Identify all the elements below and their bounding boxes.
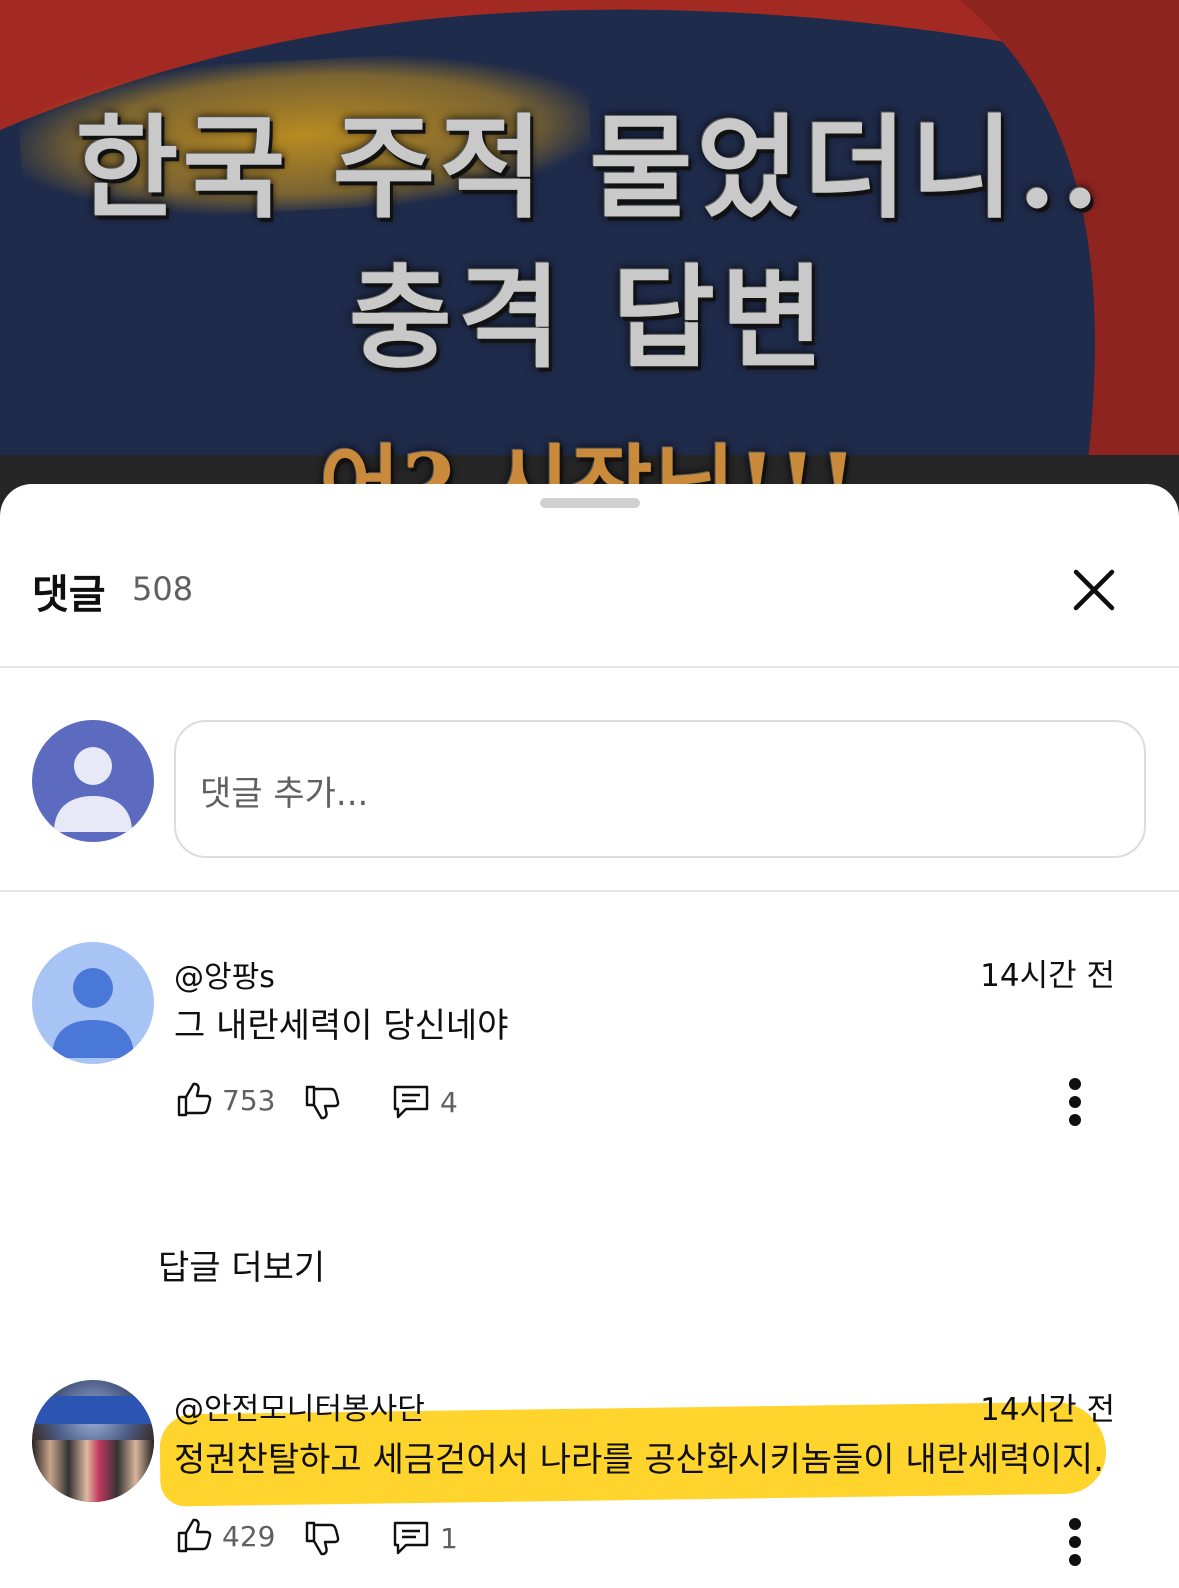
like-button[interactable]: 429 <box>176 1518 275 1554</box>
thumbs-up-icon <box>177 1518 212 1553</box>
drag-handle[interactable] <box>540 498 640 508</box>
comment-text: 정권찬탈하고 세금걷어서 나라를 공산화시키놈들이 내란세력이지. <box>174 1440 1104 1480</box>
like-button[interactable]: 753 <box>176 1082 275 1118</box>
video-thumbnail[interactable]: 한국 주적 물었더니.. 충격 답변 어? 시장님!!! <box>0 0 1179 520</box>
commenter-avatar[interactable] <box>32 942 154 1064</box>
view-replies-link[interactable]: 답글 더보기 <box>158 1240 325 1289</box>
reply-count: 4 <box>440 1085 458 1119</box>
comment-author[interactable]: @안전모니터봉사단 <box>174 1384 425 1428</box>
like-count: 429 <box>222 1519 276 1553</box>
comment-icon <box>393 1085 429 1119</box>
more-options-button[interactable] <box>1060 1514 1090 1570</box>
thumbnail-title-line1: 한국 주적 물었더니.. <box>75 103 1104 234</box>
dislike-button[interactable] <box>304 1520 340 1556</box>
more-options-button[interactable] <box>1060 1074 1090 1130</box>
reply-button[interactable]: 4 <box>392 1084 458 1120</box>
thumbs-up-icon <box>177 1082 212 1117</box>
close-icon <box>1073 569 1115 611</box>
comment-input-placeholder: 댓글 추가... <box>200 774 369 814</box>
comments-title: 댓글 <box>32 572 106 618</box>
comments-count: 508 <box>132 570 194 608</box>
commenter-photo-avatar[interactable] <box>32 1380 154 1502</box>
comment-time: 14시간 전 <box>980 1392 1115 1428</box>
reply-button[interactable]: 1 <box>392 1520 458 1556</box>
comment-time: 14시간 전 <box>980 958 1115 994</box>
header-divider <box>0 666 1179 668</box>
more-vertical-icon <box>1069 1518 1081 1530</box>
comment-text: 그 내란세력이 당신네야 <box>174 1006 509 1046</box>
my-avatar <box>32 720 154 842</box>
thumbnail-title-line2: 충격 답변 <box>348 253 831 384</box>
comments-sheet: 댓글 508 댓글 추가... @앙팡s 14시간 전 그 내란세력이 당신네야… <box>0 484 1179 1588</box>
person-icon <box>52 968 134 1058</box>
more-vertical-icon <box>1069 1078 1081 1090</box>
comment-icon <box>393 1521 429 1555</box>
composer-divider <box>0 890 1179 892</box>
thumbs-down-icon <box>305 1085 340 1120</box>
close-button[interactable] <box>1068 564 1120 616</box>
thumbs-down-icon <box>305 1521 340 1556</box>
dislike-button[interactable] <box>304 1084 340 1120</box>
person-icon <box>54 747 132 832</box>
comment-input[interactable]: 댓글 추가... <box>174 720 1146 858</box>
reply-count: 1 <box>440 1521 458 1555</box>
like-count: 753 <box>222 1083 276 1117</box>
comment-author[interactable]: @앙팡s <box>174 952 275 996</box>
